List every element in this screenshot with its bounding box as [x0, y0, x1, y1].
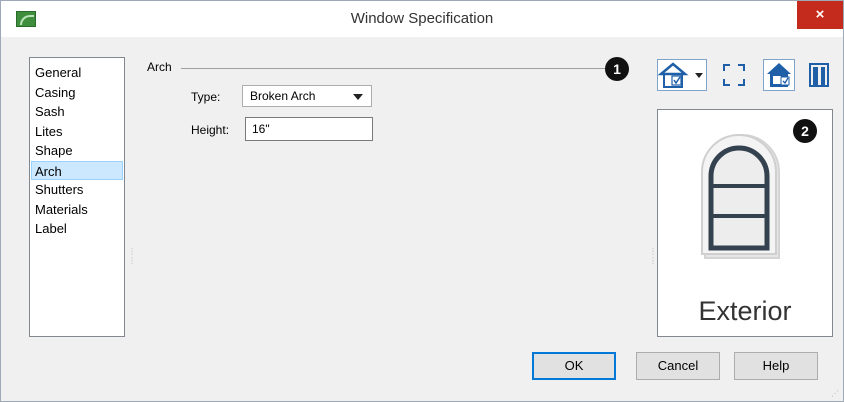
- category-list: General Casing Sash Lites Shape Arch Shu…: [29, 57, 125, 337]
- camera-view-button[interactable]: [803, 59, 835, 91]
- camera-view-icon: [809, 63, 829, 87]
- arch-group-label: Arch: [147, 60, 172, 74]
- callout-marker-1: 1: [605, 57, 629, 81]
- ok-button[interactable]: OK: [532, 352, 616, 380]
- color-view-button[interactable]: [763, 59, 795, 91]
- nav-item-arch[interactable]: Arch: [31, 160, 123, 180]
- nav-item-sash[interactable]: Sash: [30, 102, 124, 122]
- close-button[interactable]: ×: [797, 1, 843, 29]
- callout-marker-2: 2: [793, 119, 817, 143]
- view-options-dropdown-icon: [657, 62, 703, 88]
- dialog-title: Window Specification: [350, 10, 494, 27]
- fill-window-button[interactable]: [718, 59, 750, 91]
- window-specification-dialog: Window Specification × General Casing Sa…: [0, 0, 844, 402]
- nav-item-casing[interactable]: Casing: [30, 83, 124, 103]
- view-options-dropdown[interactable]: [657, 59, 707, 91]
- nav-item-label[interactable]: Label: [30, 219, 124, 239]
- resize-grip[interactable]: ⋰: [831, 389, 839, 398]
- type-select-value: Broken Arch: [250, 89, 316, 103]
- type-select[interactable]: Broken Arch: [242, 85, 372, 107]
- help-button[interactable]: Help: [734, 352, 818, 380]
- nav-item-shape[interactable]: Shape: [30, 141, 124, 161]
- fill-window-icon: [723, 64, 745, 86]
- splitter-grip-left[interactable]: ⋮ ⋮: [128, 247, 136, 265]
- height-input[interactable]: 16": [245, 117, 373, 141]
- color-view-icon: [767, 63, 791, 87]
- cancel-button[interactable]: Cancel: [636, 352, 720, 380]
- preview-caption: Exterior: [698, 296, 792, 326]
- preview-pane: 2 Exterior: [657, 109, 833, 337]
- height-label: Height:: [191, 123, 230, 137]
- title-bar[interactable]: Window Specification ×: [1, 1, 843, 37]
- nav-item-shutters[interactable]: Shutters: [30, 180, 124, 200]
- type-label: Type:: [191, 90, 221, 104]
- splitter-grip-right[interactable]: ⋮ ⋮: [649, 247, 657, 265]
- nav-item-materials[interactable]: Materials: [30, 200, 124, 220]
- nav-item-lites[interactable]: Lites: [30, 122, 124, 142]
- nav-item-general[interactable]: General: [30, 63, 124, 83]
- chevron-down-icon: [353, 94, 363, 100]
- group-divider: [181, 68, 605, 69]
